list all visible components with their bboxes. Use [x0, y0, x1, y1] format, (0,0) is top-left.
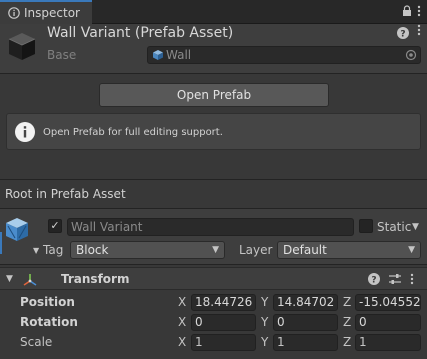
- axis-x-label[interactable]: X: [178, 332, 186, 352]
- prefab-small-icon: [152, 49, 164, 61]
- active-checkbox[interactable]: ✓: [48, 219, 62, 233]
- axis-z-label[interactable]: Z: [343, 312, 351, 332]
- axis-y-label[interactable]: Y: [261, 312, 268, 332]
- gameobject-icon-button[interactable]: ▼: [4, 216, 40, 255]
- scale-x-field[interactable]: 1: [191, 334, 256, 351]
- info-icon: [8, 7, 20, 19]
- base-label: Base: [47, 48, 77, 62]
- help-icon[interactable]: ?: [396, 26, 410, 40]
- scale-label: Scale: [20, 335, 53, 349]
- foldout-arrow-icon[interactable]: ▼: [6, 274, 13, 284]
- prefab-variant-icon: [6, 218, 28, 241]
- rotation-y-field[interactable]: 0: [273, 314, 338, 331]
- base-object-field[interactable]: Wall: [147, 46, 421, 64]
- transform-axes-icon: [22, 272, 38, 288]
- tab-inspector[interactable]: Inspector: [0, 0, 92, 24]
- info-text: Open Prefab for full editing support.: [43, 127, 223, 138]
- position-label: Position: [20, 295, 75, 309]
- open-prefab-button[interactable]: Open Prefab: [99, 83, 329, 107]
- svg-text:?: ?: [371, 276, 376, 286]
- transform-row-position: Position X 18.44726 Y 14.84702 Z -15.045…: [0, 292, 427, 312]
- axis-y-label[interactable]: Y: [261, 332, 268, 352]
- base-value: Wall: [166, 48, 192, 62]
- help-icon[interactable]: ?: [367, 272, 381, 286]
- object-picker-icon[interactable]: [405, 49, 417, 61]
- svg-text:?: ?: [400, 30, 405, 40]
- rotation-z-field[interactable]: 0: [355, 314, 421, 331]
- layer-dropdown[interactable]: Default ▼: [277, 241, 421, 259]
- chevron-down-icon: ▼: [212, 245, 219, 255]
- gameobject-name-field[interactable]: Wall Variant: [67, 218, 354, 236]
- scale-y-field[interactable]: 1: [273, 334, 338, 351]
- component-title: Transform: [61, 272, 130, 286]
- layer-value: Default: [283, 243, 327, 257]
- preset-sliders-icon[interactable]: [388, 272, 402, 286]
- tag-value: Block: [76, 243, 109, 257]
- chevron-down-icon: ▼: [408, 245, 415, 255]
- prefab-header: Wall Variant (Prefab Asset) ? Base Wall: [0, 24, 427, 74]
- info-icon: [14, 121, 36, 143]
- axis-x-label[interactable]: X: [178, 312, 186, 332]
- tab-label: Inspector: [24, 6, 80, 20]
- kebab-menu-icon[interactable]: [410, 272, 418, 286]
- transform-component-header[interactable]: ▼ Transform ?: [0, 267, 427, 290]
- position-z-field[interactable]: -15.04552: [355, 294, 421, 311]
- kebab-menu-icon[interactable]: [414, 24, 424, 42]
- axis-x-label[interactable]: X: [178, 292, 186, 312]
- transform-row-rotation: Rotation X 0 Y 0 Z 0: [0, 312, 427, 332]
- position-x-field[interactable]: 18.44726: [191, 294, 256, 311]
- prefab-title: Wall Variant (Prefab Asset): [47, 25, 234, 41]
- axis-y-label[interactable]: Y: [261, 292, 268, 312]
- static-dropdown-icon[interactable]: ▼: [412, 218, 419, 236]
- rotation-label: Rotation: [20, 315, 78, 329]
- transform-row-scale: Scale X 1 Y 1 Z 1: [0, 332, 427, 352]
- override-indicator: [0, 232, 2, 254]
- section-label: Root in Prefab Asset: [5, 187, 126, 201]
- kebab-menu-icon[interactable]: [411, 3, 427, 19]
- static-label: Static: [377, 220, 412, 234]
- tag-dropdown[interactable]: Block ▼: [70, 241, 225, 259]
- chevron-down-icon: ▼: [33, 246, 40, 255]
- scale-z-field[interactable]: 1: [355, 334, 421, 351]
- static-checkbox[interactable]: [359, 219, 373, 233]
- rotation-x-field[interactable]: 0: [191, 314, 256, 331]
- tag-label: Tag: [43, 243, 64, 257]
- position-y-field[interactable]: 14.84702: [273, 294, 338, 311]
- info-help-box: Open Prefab for full editing support.: [6, 113, 421, 150]
- tab-bar: Inspector: [0, 0, 427, 24]
- layer-label: Layer: [239, 243, 273, 257]
- prefab-cube-icon: [6, 30, 38, 62]
- axis-z-label[interactable]: Z: [343, 332, 351, 352]
- axis-z-label[interactable]: Z: [343, 292, 351, 312]
